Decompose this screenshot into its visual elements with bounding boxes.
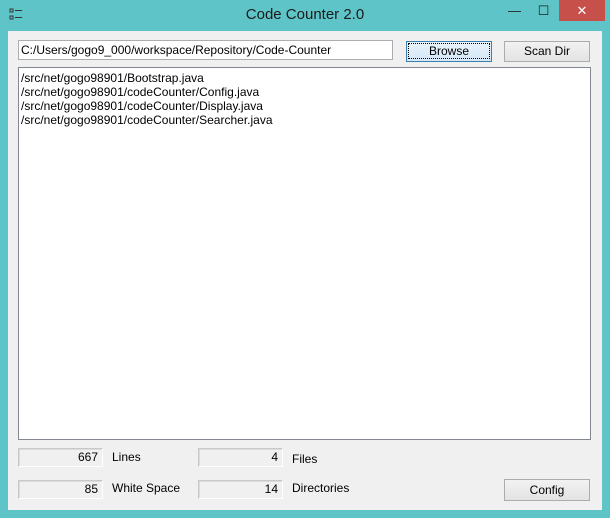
files-label: Files — [292, 452, 318, 466]
close-button[interactable]: ✕ — [559, 0, 605, 21]
maximize-button[interactable]: ☐ — [530, 0, 557, 21]
directories-label: Directories — [292, 481, 350, 495]
file-list[interactable]: /src/net/gogo98901/Bootstrap.java /src/n… — [18, 67, 591, 440]
lines-count: 667 — [18, 448, 103, 467]
list-item[interactable]: /src/net/gogo98901/codeCounter/Config.ja… — [21, 85, 588, 99]
directories-count: 14 — [198, 480, 283, 499]
browse-button-label: Browse — [407, 43, 490, 59]
browse-button[interactable]: Browse — [406, 41, 492, 62]
list-item[interactable]: /src/net/gogo98901/Bootstrap.java — [21, 71, 588, 85]
title-bar[interactable]: Code Counter 2.0 — ☐ ✕ — [0, 0, 610, 31]
client-area: C:/Users/gogo9_000/workspace/Repository/… — [8, 31, 602, 510]
config-button[interactable]: Config — [504, 479, 590, 501]
directory-path-input[interactable]: C:/Users/gogo9_000/workspace/Repository/… — [18, 40, 393, 60]
minimize-button[interactable]: — — [501, 0, 528, 21]
scan-dir-button[interactable]: Scan Dir — [504, 41, 590, 62]
list-item[interactable]: /src/net/gogo98901/codeCounter/Display.j… — [21, 99, 588, 113]
lines-label: Lines — [112, 450, 141, 464]
list-item[interactable]: /src/net/gogo98901/codeCounter/Searcher.… — [21, 113, 588, 127]
app-window: Code Counter 2.0 — ☐ ✕ C:/Users/gogo9_00… — [0, 0, 610, 518]
whitespace-label: White Space — [112, 481, 181, 495]
files-count: 4 — [198, 448, 283, 467]
whitespace-count: 85 — [18, 480, 103, 499]
